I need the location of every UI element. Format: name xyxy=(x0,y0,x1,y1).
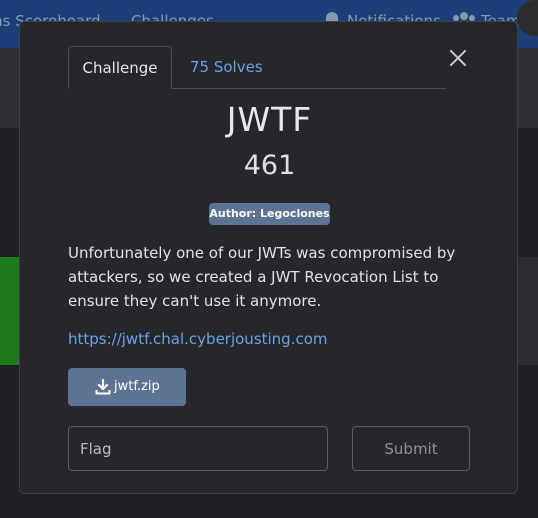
challenge-title: JWTF xyxy=(226,100,313,139)
flag-input[interactable] xyxy=(68,426,328,471)
challenge-points: 461 xyxy=(243,150,296,181)
author-badge: Author: Legoclones xyxy=(209,203,330,225)
challenge-description: Unfortunately one of our JWTs was compro… xyxy=(68,244,456,310)
tab-challenge[interactable]: Challenge xyxy=(68,46,172,89)
download-file-label: jwtf.zip xyxy=(114,379,160,394)
challenge-modal: Challenge 75 Solves JWTF 461 Author: Leg… xyxy=(19,21,518,494)
close-icon[interactable] xyxy=(446,46,470,70)
submit-button[interactable]: Submit xyxy=(352,426,470,471)
challenge-link[interactable]: https://jwtf.chal.cyberjousting.com xyxy=(68,330,328,348)
modal-tabs: Challenge 75 Solves xyxy=(68,46,446,89)
download-icon xyxy=(95,379,111,395)
nav-fragment: ms xyxy=(0,12,11,30)
download-file-button[interactable]: jwtf.zip xyxy=(68,368,186,406)
background-card xyxy=(518,257,538,365)
tab-solves[interactable]: 75 Solves xyxy=(190,46,263,88)
